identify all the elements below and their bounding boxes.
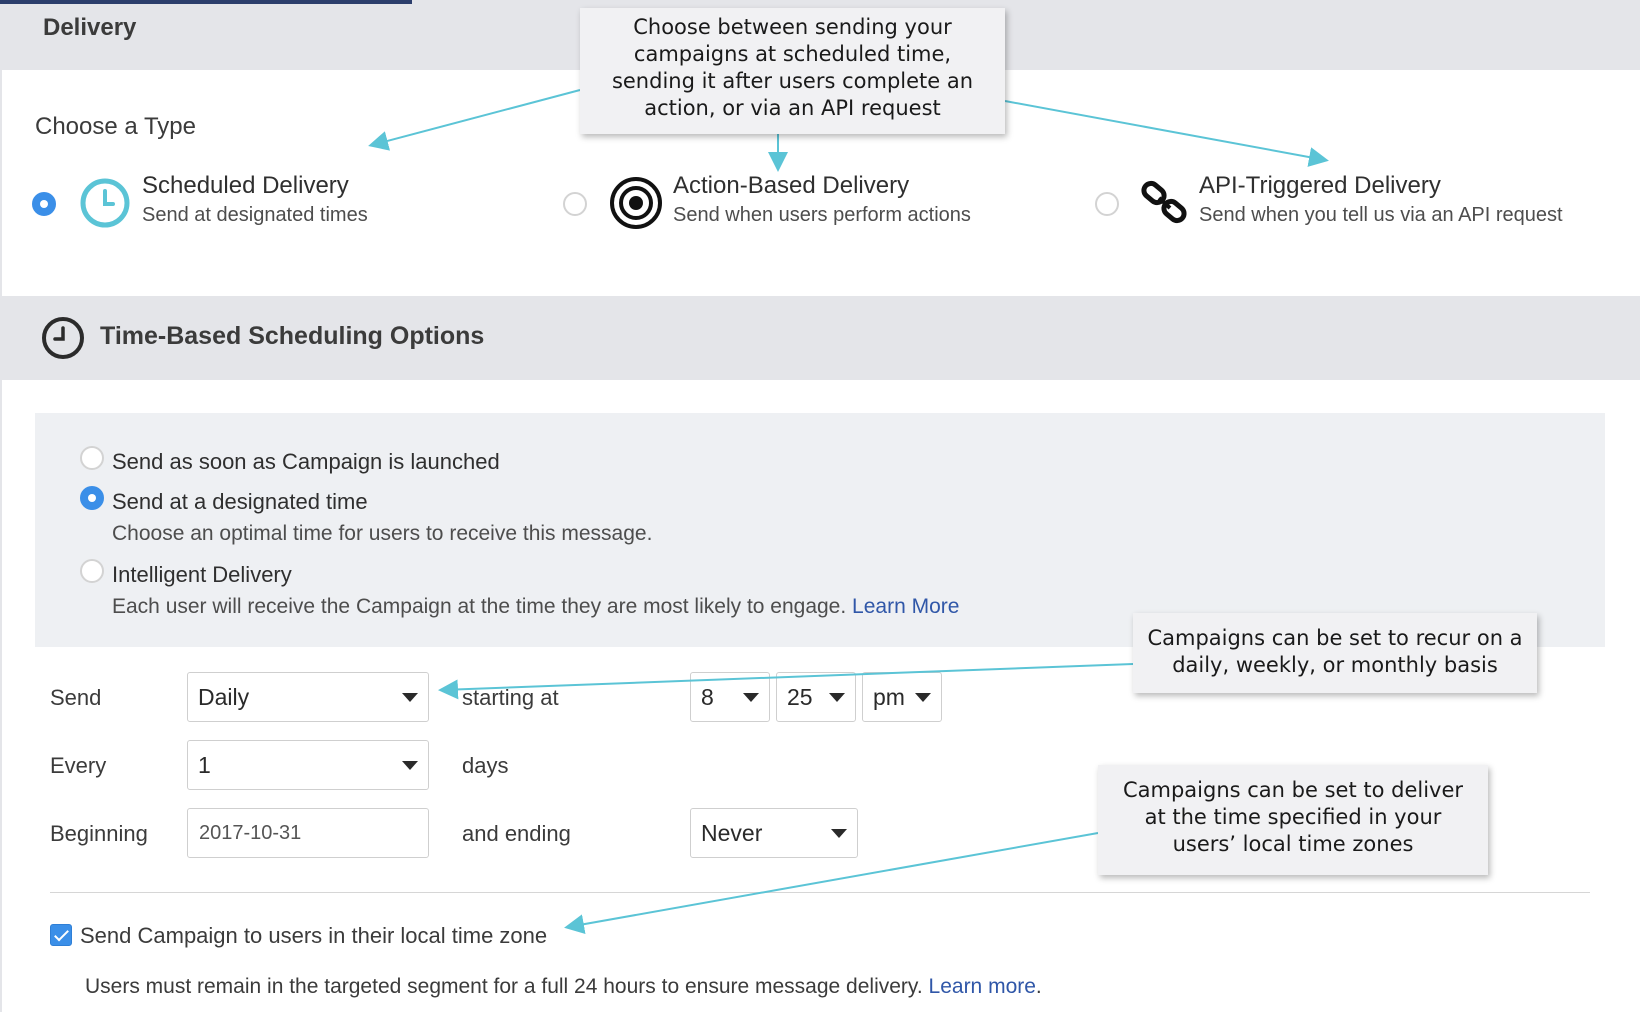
ending-value: Never <box>701 820 763 846</box>
callout-line: Choose between sending your <box>633 15 952 39</box>
minute-value: 25 <box>787 684 813 710</box>
intelligent-delivery-help: Each user will receive the Campaign at t… <box>112 595 959 619</box>
local-time-zone-label: Send Campaign to users in their local ti… <box>80 923 548 948</box>
option-intelligent-delivery[interactable]: Intelligent Delivery Each user will rece… <box>80 559 1020 623</box>
hour-value: 8 <box>701 684 714 710</box>
ending-select[interactable]: Never <box>690 808 858 858</box>
every-label: Every <box>50 753 107 778</box>
beginning-date-input[interactable]: 2017-10-31 <box>187 808 429 858</box>
scheduled-title: Scheduled Delivery <box>142 172 349 199</box>
scheduling-title: Time-Based Scheduling Options <box>100 322 485 350</box>
hour-select[interactable]: 8 <box>690 672 770 722</box>
callout-recurrence: Campaigns can be set to recur on a daily… <box>1133 613 1537 693</box>
chevron-down-icon <box>402 693 418 702</box>
action-based-radio[interactable] <box>563 192 587 216</box>
minute-select[interactable]: 25 <box>776 672 856 722</box>
delivery-type-action-based[interactable]: Action-Based Delivery Send when users pe… <box>563 172 993 234</box>
chevron-down-icon <box>829 693 845 702</box>
clock-icon <box>80 178 130 228</box>
callout-line: Campaigns can be set to deliver <box>1122 778 1464 802</box>
chevron-down-icon <box>831 829 847 838</box>
option-send-immediately[interactable]: Send as soon as Campaign is launched <box>80 446 600 478</box>
send-frequency-select[interactable]: Daily <box>187 672 429 722</box>
callout-delivery-types: Choose between sending your campaigns at… <box>580 8 1005 134</box>
callout-line: at the time specified in your <box>1144 805 1442 829</box>
every-interval-select[interactable]: 1 <box>187 740 429 790</box>
local-time-zone-note-text: Users must remain in the targeted segmen… <box>85 975 923 998</box>
ending-label: and ending <box>462 821 571 846</box>
action-based-title: Action-Based Delivery <box>673 172 910 199</box>
active-tab-underline <box>0 0 412 4</box>
chevron-down-icon <box>915 693 931 702</box>
local-time-zone-learn-more-link[interactable]: Learn more <box>929 975 1036 998</box>
send-immediately-label: Send as soon as Campaign is launched <box>112 449 500 474</box>
designated-time-help: Choose an optimal time for users to rece… <box>112 522 653 545</box>
callout-line: campaigns at scheduled time, <box>633 42 952 66</box>
callout-line: daily, weekly, or monthly basis <box>1172 653 1498 677</box>
chevron-down-icon <box>402 761 418 770</box>
delivery-type-scheduled[interactable]: Scheduled Delivery Send at designated ti… <box>32 172 392 234</box>
ampm-select[interactable]: pm <box>862 672 942 722</box>
intelligent-delivery-radio[interactable] <box>80 559 104 583</box>
send-label: Send <box>50 685 102 710</box>
local-time-zone-note: Users must remain in the targeted segmen… <box>85 975 1042 999</box>
page-title: Delivery <box>43 14 137 41</box>
intelligent-delivery-label: Intelligent Delivery <box>112 562 292 587</box>
send-immediately-radio[interactable] <box>80 446 104 470</box>
api-triggered-radio[interactable] <box>1095 192 1119 216</box>
choose-type-heading: Choose a Type <box>35 113 197 140</box>
designated-time-label: Send at a designated time <box>112 489 368 514</box>
action-based-subtitle: Send when users perform actions <box>673 204 971 226</box>
callout-local-time-zone: Campaigns can be set to deliver at the t… <box>1098 765 1488 875</box>
target-icon <box>610 177 662 229</box>
option-designated-time[interactable]: Send at a designated time Choose an opti… <box>80 486 780 550</box>
designated-time-radio[interactable] <box>80 486 104 510</box>
callout-line: users’ local time zones <box>1172 832 1414 856</box>
callout-line: Campaigns can be set to recur on a <box>1147 626 1523 650</box>
callout-line: sending it after users complete an <box>611 69 974 93</box>
intelligent-delivery-help-text: Each user will receive the Campaign at t… <box>112 595 847 618</box>
api-triggered-title: API-Triggered Delivery <box>1199 172 1441 199</box>
divider <box>50 892 1590 893</box>
every-interval-value: 1 <box>198 752 211 778</box>
every-unit-label: days <box>462 753 509 778</box>
delivery-type-api-triggered[interactable]: API-Triggered Delivery Send when you tel… <box>1095 172 1635 234</box>
local-time-zone-checkbox[interactable] <box>50 924 72 946</box>
send-frequency-value: Daily <box>198 684 250 710</box>
api-triggered-subtitle: Send when you tell us via an API request <box>1199 204 1563 226</box>
left-border <box>0 70 2 1012</box>
chevron-down-icon <box>743 693 759 702</box>
note-period: . <box>1035 975 1042 998</box>
ampm-value: pm <box>873 684 905 710</box>
clock-icon <box>42 317 84 359</box>
scheduled-radio[interactable] <box>32 192 56 216</box>
scheduled-subtitle: Send at designated times <box>142 204 368 226</box>
starting-at-label: starting at <box>462 685 559 710</box>
link-icon <box>1141 180 1187 224</box>
beginning-label: Beginning <box>50 821 148 846</box>
intelligent-learn-more-link[interactable]: Learn More <box>852 595 959 618</box>
callout-line: action, or via an API request <box>644 96 941 120</box>
